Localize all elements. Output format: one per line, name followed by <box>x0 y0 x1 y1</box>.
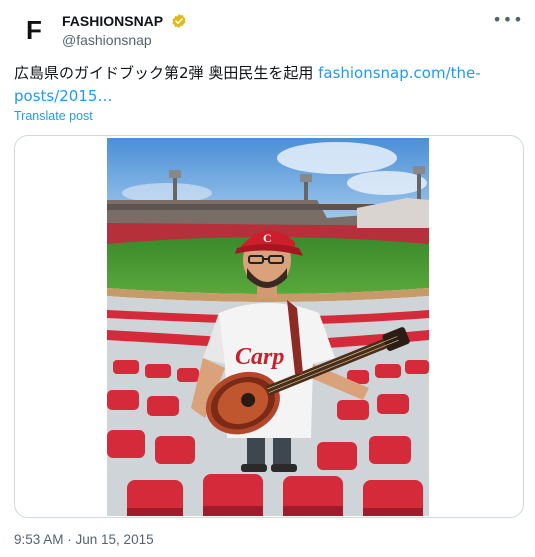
tweet-timestamp[interactable]: 9:53 AM · Jun 15, 2015 <box>14 532 154 547</box>
verified-badge-icon <box>172 13 186 28</box>
stadium-photo-illustration: Carp C <box>107 138 429 516</box>
svg-text:C: C <box>263 231 272 245</box>
tweet-text: 広島県のガイドブック第2弾 奥田民生を起用 fashionsnap.com/th… <box>14 62 519 108</box>
avatar-letter: F <box>26 14 42 45</box>
tweet-body: 広島県のガイドブック第2弾 奥田民生を起用 <box>14 64 319 82</box>
more-options-button[interactable]: ••• <box>492 10 522 30</box>
avatar[interactable]: F <box>14 10 54 50</box>
svg-text:Carp: Carp <box>235 344 284 370</box>
author-names: FASHIONSNAP @fashionsnap <box>62 10 187 48</box>
translate-post-link[interactable]: Translate post <box>14 109 93 123</box>
handle[interactable]: @fashionsnap <box>62 32 187 48</box>
tweet-photo[interactable]: Carp C <box>107 138 429 516</box>
more-icon: ••• <box>492 10 524 29</box>
display-name[interactable]: FASHIONSNAP <box>62 13 163 29</box>
tweet-header: F FASHIONSNAP @fashionsnap ••• <box>14 8 524 52</box>
media-card[interactable]: Carp C <box>14 135 524 518</box>
